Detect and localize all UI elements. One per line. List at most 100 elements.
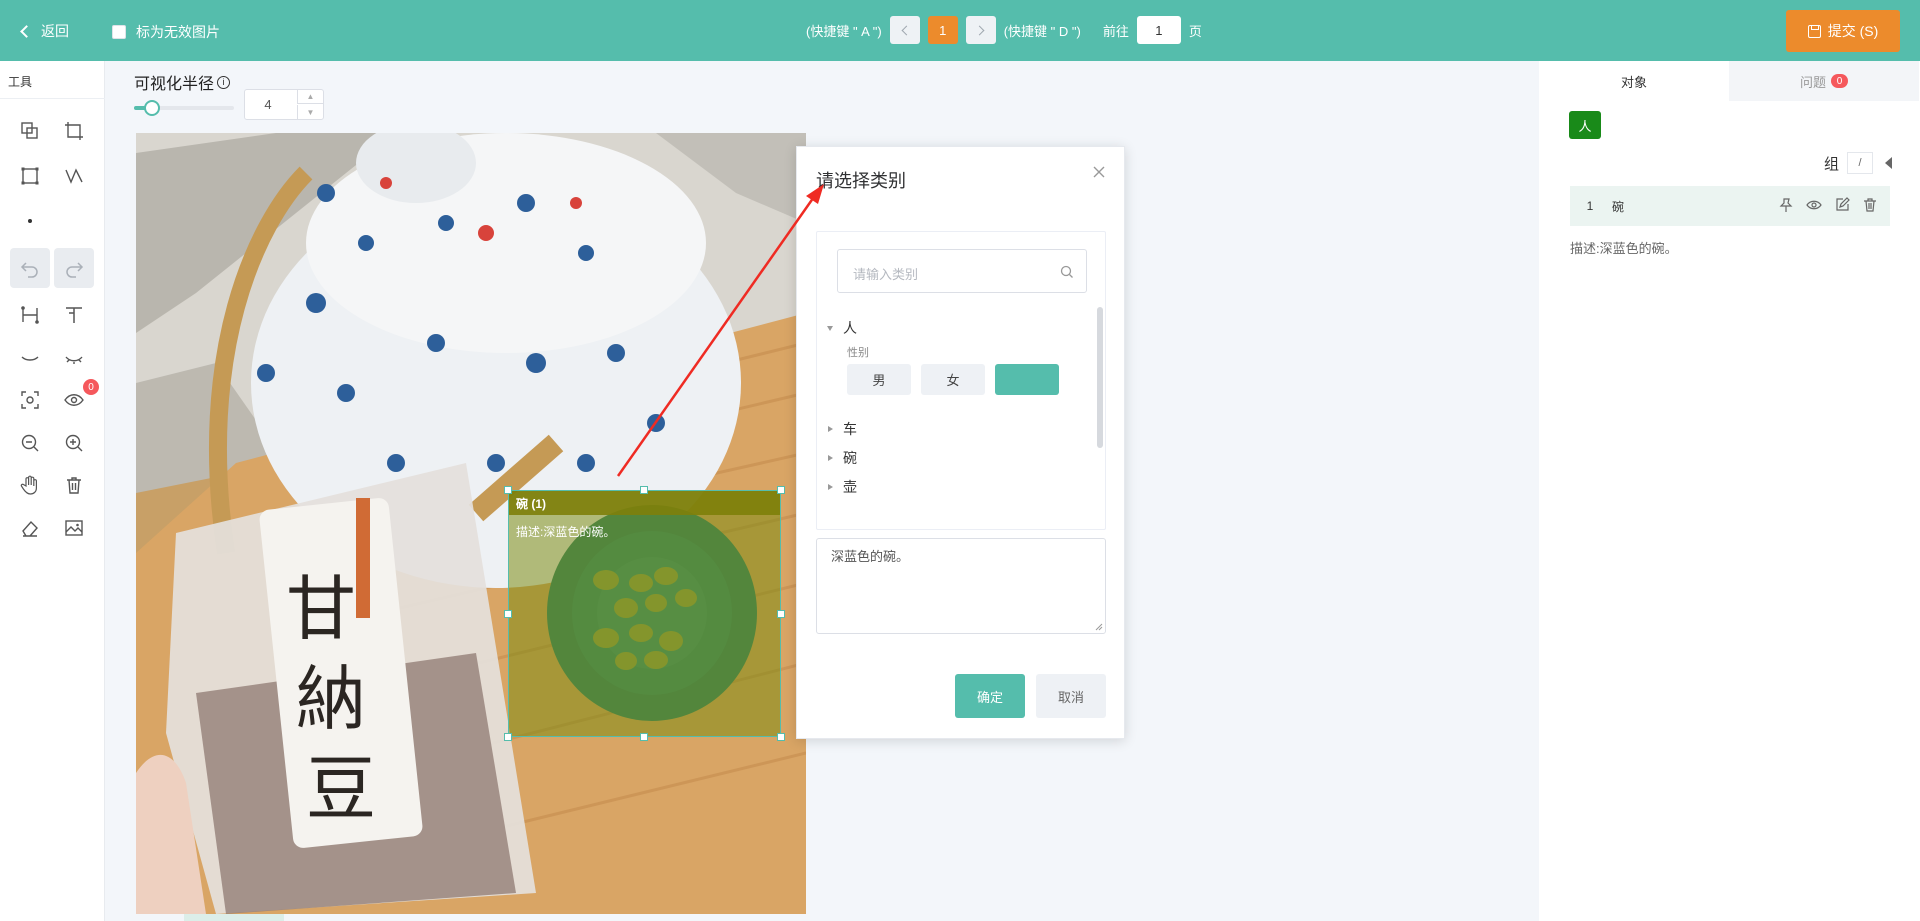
scrollbar[interactable] [1097,307,1103,448]
eyelash-icon [65,356,83,364]
tab-objects[interactable]: 对象 [1539,61,1729,101]
back-button[interactable]: 返回 [20,21,69,41]
polyline-tool[interactable] [54,156,94,196]
submit-label: 提交 (S) [1827,23,1879,39]
bbox-annotation[interactable]: 碗 (1) 描述:深蓝色的碗。 [508,490,781,737]
chevron-left-icon [20,24,33,38]
save-icon [1807,24,1821,38]
submit-button[interactable]: 提交 (S) [1786,10,1900,52]
undo-button[interactable] [10,248,50,288]
info-icon[interactable]: i [217,75,231,89]
close-icon[interactable] [1092,165,1106,179]
mark-invalid-checkbox[interactable]: 标为无效图片 [112,22,220,42]
chevron-left-icon [901,25,912,35]
rectangle-tool[interactable] [10,156,50,196]
category-search-input[interactable]: 请输入类别 [837,249,1087,293]
delete-tool[interactable] [54,465,94,505]
checkbox-box[interactable] [112,25,126,39]
resize-handle-bm[interactable] [640,733,648,741]
eye-closed-icon [21,356,39,361]
object-description: 描述:深蓝色的碗。 [1570,241,1678,256]
next-hint: (快捷键 " D ") [1003,23,1081,39]
text-tool[interactable] [54,295,94,335]
focus-icon [21,391,39,409]
resize-handle-br[interactable] [777,733,785,741]
point-tool[interactable] [10,201,50,241]
tools-title: 工具 [8,75,33,89]
object-actions [1778,197,1878,213]
collapse-icon[interactable] [1885,157,1893,169]
trash-icon[interactable] [1862,197,1878,213]
object-row[interactable]: 1 碗 [1570,186,1890,226]
resize-handle-mr[interactable] [777,610,785,618]
keypoint-tool[interactable] [10,295,50,335]
tree-item-pot[interactable]: 壶 [827,477,857,497]
zoom-out-icon [21,434,39,452]
focus-tool[interactable] [10,380,50,420]
hand-icon [20,475,37,495]
redo-button[interactable] [54,248,94,288]
tree-item-label: 车 [843,421,857,437]
radius-slider[interactable] [134,100,234,116]
chevron-right-icon [974,25,985,35]
pager: (快捷键 " A ") 1 (快捷键 " D ") 前往 1 页 [806,16,1202,44]
zoom-in-button[interactable] [54,423,94,463]
eraser-tool[interactable] [10,508,50,548]
resize-handle-bl[interactable] [504,733,512,741]
pointer-arrow [616,184,824,477]
mark-invalid-label: 标为无效图片 [136,24,220,40]
object-index: 1 [1586,199,1594,213]
lash-tool[interactable] [54,338,94,378]
goto-label: 前往 [1102,23,1129,39]
resize-handle-tr[interactable] [777,486,785,494]
slider-knob[interactable] [144,100,160,116]
resize-grip-icon[interactable] [1095,623,1103,631]
divider [0,98,105,99]
resize-handle-tm[interactable] [640,486,648,494]
stepper-down-button[interactable]: ▼ [297,105,323,119]
resize-handle-ml[interactable] [504,610,512,618]
bbox-description: 描述:深蓝色的碗。 [516,525,616,539]
svg-text:甘: 甘 [286,568,356,650]
prev-hint: (快捷键 " A ") [806,23,882,39]
hide-tool[interactable] [10,338,50,378]
text-tool-icon [66,307,82,323]
category-panel: 请输入类别 人 性别 男 女 车 碗 壶 [816,231,1106,530]
next-page-button[interactable] [965,16,996,44]
current-page[interactable]: 1 [927,16,958,44]
stepper-up-button[interactable]: ▲ [297,90,323,104]
crop-icon [65,122,83,140]
edit-icon[interactable] [1834,197,1850,213]
category-dialog: 请选择类别 请输入类别 人 性别 男 女 车 碗 壶 深蓝色的碗。 确定 取消 [796,146,1125,739]
goto-page: 前往 1 页 [1103,16,1202,44]
person-tag[interactable]: 人 [1569,111,1601,139]
tool-sidebar: 工具 0 [0,61,105,921]
zoom-out-button[interactable] [10,423,50,463]
tab-objects-label: 对象 [1620,74,1647,90]
eye-icon[interactable] [1806,197,1822,213]
svg-text:豆: 豆 [306,748,376,830]
pan-tool[interactable] [10,465,50,505]
cancel-button[interactable]: 取消 [1036,674,1106,718]
radius-stepper[interactable]: 4 ▲ ▼ [244,89,324,120]
radius-value[interactable]: 4 [245,90,291,119]
keypoint-icon [21,306,39,324]
tab-issues[interactable]: 问题 0 [1729,61,1919,101]
search-placeholder: 请输入类别 [853,267,919,282]
goto-page-input[interactable]: 1 [1136,16,1181,44]
option-female[interactable]: 女 [921,364,985,395]
pin-icon[interactable] [1778,197,1794,213]
copy-icon [21,122,38,139]
resize-handle-tl[interactable] [504,486,512,494]
radius-label-text: 可视化半径 [134,76,215,93]
prev-page-button[interactable] [889,16,920,44]
confirm-button[interactable]: 确定 [955,674,1025,718]
hidden-count-badge: 0 [83,379,99,395]
crop-tool[interactable] [54,111,94,151]
description-textarea[interactable]: 深蓝色的碗。 [816,538,1106,634]
option-selected[interactable] [995,364,1059,395]
group-slash[interactable]: / [1847,152,1874,174]
image-tool[interactable] [54,508,94,548]
option-male[interactable]: 男 [847,364,911,395]
copy-tool[interactable] [10,111,50,151]
